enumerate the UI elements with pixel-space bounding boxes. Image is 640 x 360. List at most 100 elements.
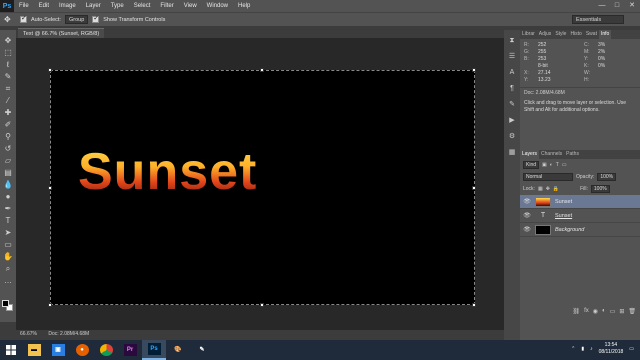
menu-image[interactable]: Image xyxy=(54,3,81,9)
dodge-tool-icon[interactable]: ● xyxy=(2,192,14,202)
document-tab[interactable]: Text @ 66.7% (Sunset, RGB/8) xyxy=(18,28,105,38)
tab-info[interactable]: Info xyxy=(598,30,612,39)
workspace-dropdown[interactable]: Essentials xyxy=(572,15,624,24)
timeline-icon[interactable]: ▦ xyxy=(506,148,518,158)
show-transform-checkbox[interactable] xyxy=(92,14,100,23)
layer-row[interactable]: 👁 T Sunset xyxy=(520,209,640,223)
layer-row[interactable]: 👁 Background xyxy=(520,223,640,237)
lock-position-icon[interactable]: ✥ xyxy=(546,186,550,192)
start-button[interactable] xyxy=(0,340,22,360)
clock[interactable]: 13:54 08/11/2018 xyxy=(599,342,624,356)
transform-handle-top[interactable] xyxy=(260,68,264,72)
layer-row[interactable]: 👁 Sunset xyxy=(520,195,640,209)
brush-presets-icon[interactable]: ✎ xyxy=(506,100,518,110)
path-select-tool-icon[interactable]: ➤ xyxy=(2,228,14,238)
quick-select-tool-icon[interactable]: ✎ xyxy=(2,72,14,82)
taskbar-firefox[interactable]: ● xyxy=(70,340,94,360)
filter-type-icon[interactable]: T xyxy=(556,162,559,168)
taskbar-paint[interactable]: 🎨 xyxy=(166,340,190,360)
visibility-eye-icon[interactable]: 👁 xyxy=(523,198,531,205)
transform-handle-bottom-left[interactable] xyxy=(48,303,52,307)
tab-styles[interactable]: Style xyxy=(553,30,568,39)
taskbar-chrome[interactable] xyxy=(94,340,118,360)
filter-pixel-icon[interactable]: ▣ xyxy=(542,162,547,168)
filter-shape-icon[interactable]: ▭ xyxy=(562,162,567,168)
paragraph-icon[interactable]: ¶ xyxy=(506,84,518,94)
network-icon[interactable]: ▮ xyxy=(581,346,584,352)
opacity-input[interactable]: 100% xyxy=(597,173,617,181)
menu-window[interactable]: Window xyxy=(202,3,233,9)
character-icon[interactable]: A xyxy=(506,68,518,78)
layer-kind-filter[interactable]: Kind xyxy=(523,161,540,169)
hand-tool-icon[interactable]: ✋ xyxy=(2,252,14,262)
stamp-tool-icon[interactable]: ⚲ xyxy=(2,132,14,142)
marquee-tool-icon[interactable]: ⬚ xyxy=(2,48,14,58)
brush-tool-icon[interactable]: ✐ xyxy=(2,120,14,130)
more-tools-icon[interactable]: … xyxy=(2,276,14,286)
visibility-eye-icon[interactable]: 👁 xyxy=(523,226,531,233)
menu-edit[interactable]: Edit xyxy=(34,3,54,9)
taskbar-photoshop[interactable]: Ps xyxy=(142,340,166,360)
visibility-eye-icon[interactable]: 👁 xyxy=(523,212,531,219)
lasso-tool-icon[interactable]: ℓ xyxy=(2,60,14,70)
tab-channels[interactable]: Channels xyxy=(539,150,564,159)
eyedropper-tool-icon[interactable]: ⁄ xyxy=(2,96,14,106)
pen-tool-icon[interactable]: ✒ xyxy=(2,204,14,214)
taskbar-premiere[interactable]: Pr xyxy=(118,340,142,360)
menu-layer[interactable]: Layer xyxy=(81,3,106,9)
menu-type[interactable]: Type xyxy=(106,3,129,9)
transform-handle-top-right[interactable] xyxy=(472,68,476,72)
blend-mode-dropdown[interactable]: Normal xyxy=(523,173,573,181)
transform-handle-right[interactable] xyxy=(472,186,476,190)
fx-icon[interactable]: fx xyxy=(584,308,589,318)
healing-tool-icon[interactable]: ✚ xyxy=(2,108,14,118)
volume-icon[interactable]: ♪ xyxy=(590,346,593,352)
taskbar-store[interactable]: ▣ xyxy=(46,340,70,360)
filter-adjustment-icon[interactable]: ◐ xyxy=(550,162,553,168)
history-icon[interactable]: ⧗ xyxy=(506,36,518,46)
transform-handle-bottom[interactable] xyxy=(260,303,264,307)
move-tool-icon[interactable]: ✥ xyxy=(2,36,14,46)
auto-select-checkbox[interactable] xyxy=(20,14,27,23)
tab-adjustments[interactable]: Adjus xyxy=(537,30,554,39)
taskbar-pen[interactable]: ✎ xyxy=(190,340,214,360)
tool-presets-icon[interactable]: ⚙ xyxy=(506,132,518,142)
foreground-color-swatch[interactable] xyxy=(2,300,9,307)
menu-file[interactable]: File xyxy=(14,3,34,9)
blur-tool-icon[interactable]: 💧 xyxy=(2,180,14,190)
crop-tool-icon[interactable]: ⌗ xyxy=(2,84,14,94)
gradient-tool-icon[interactable]: ▤ xyxy=(2,168,14,178)
canvas-area[interactable]: Sunset xyxy=(16,38,504,330)
tab-libraries[interactable]: Librar xyxy=(520,30,537,39)
sunset-text-layer[interactable]: Sunset xyxy=(78,146,257,198)
tray-up-arrow-icon[interactable]: ⌃ xyxy=(571,346,575,352)
new-layer-icon[interactable]: ⊞ xyxy=(619,308,624,318)
eraser-tool-icon[interactable]: ▱ xyxy=(2,156,14,166)
menu-filter[interactable]: Filter xyxy=(155,3,178,9)
fill-input[interactable]: 100% xyxy=(590,185,610,193)
transform-handle-bottom-right[interactable] xyxy=(472,303,476,307)
history-brush-tool-icon[interactable]: ↺ xyxy=(2,144,14,154)
trash-icon[interactable]: 🗑 xyxy=(628,308,636,318)
link-icon[interactable]: ⛓ xyxy=(573,308,581,318)
menu-select[interactable]: Select xyxy=(129,3,156,9)
tab-layers[interactable]: Layers xyxy=(520,150,540,159)
zoom-tool-icon[interactable]: ⌕ xyxy=(2,264,14,274)
notifications-icon[interactable]: ▭ xyxy=(629,346,634,352)
transform-handle-left[interactable] xyxy=(48,186,52,190)
auto-select-dropdown[interactable]: Group xyxy=(64,15,89,24)
tab-swatches[interactable]: Swat xyxy=(584,30,599,39)
lock-all-icon[interactable]: 🔒 xyxy=(553,186,559,192)
lock-pixels-icon[interactable]: ▦ xyxy=(538,186,543,192)
properties-icon[interactable]: ☰ xyxy=(506,52,518,62)
menu-help[interactable]: Help xyxy=(233,3,255,9)
menu-view[interactable]: View xyxy=(179,3,202,9)
maximize-button[interactable]: □ xyxy=(611,1,623,10)
actions-icon[interactable]: ▶ xyxy=(506,116,518,126)
shape-tool-icon[interactable]: ▭ xyxy=(2,240,14,250)
minimize-button[interactable]: — xyxy=(596,1,608,10)
mask-icon[interactable]: ◉ xyxy=(593,308,598,318)
taskbar-file-explorer[interactable]: ▬ xyxy=(22,340,46,360)
close-button[interactable]: ✕ xyxy=(626,1,638,10)
adjustment-icon[interactable]: ◐ xyxy=(602,308,606,318)
